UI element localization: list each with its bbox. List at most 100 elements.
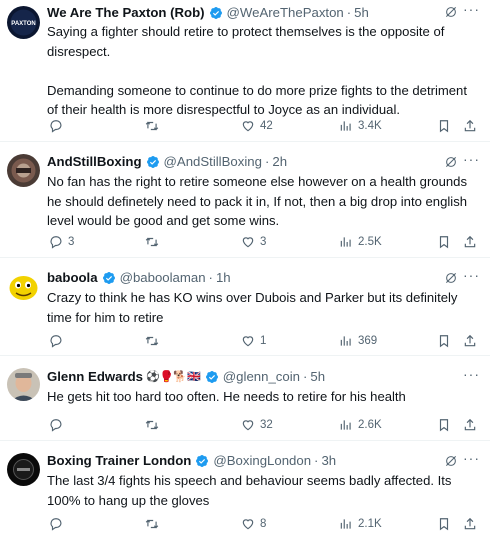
more-icon[interactable]: ···: [463, 1, 480, 17]
author-handle[interactable]: @BoxingLondon: [213, 452, 311, 470]
grok-icon[interactable]: [444, 5, 458, 19]
more-icon[interactable]: ···: [463, 450, 480, 466]
tweet[interactable]: baboola @baboolaman · 1h ··· Crazy to th…: [0, 258, 490, 356]
retweet-icon: [145, 121, 159, 131]
retweet-button[interactable]: [145, 117, 164, 135]
bookmark-button[interactable]: [437, 332, 451, 350]
like-icon: [242, 420, 254, 431]
reply-count: 3: [68, 236, 75, 248]
like-icon: [242, 121, 254, 132]
views-button[interactable]: 3.4K: [339, 117, 382, 135]
tweet-paragraph: The last 3/4 fights his speech and behav…: [47, 473, 452, 508]
views-button[interactable]: 369: [339, 332, 377, 350]
share-icon: [464, 418, 476, 431]
more-icon[interactable]: ···: [463, 366, 480, 382]
timestamp[interactable]: 5h: [310, 368, 325, 386]
more-icon[interactable]: ···: [463, 151, 480, 167]
grok-icon[interactable]: [444, 454, 458, 468]
bookmark-button[interactable]: [437, 233, 451, 251]
bookmark-button[interactable]: [437, 515, 451, 533]
tweet-paragraph: Saying a fighter should retire to protec…: [47, 24, 445, 59]
avatar[interactable]: [7, 368, 40, 401]
tweet-paragraph: Crazy to think he has KO wins over Duboi…: [47, 290, 458, 325]
timestamp[interactable]: 1h: [216, 269, 231, 287]
timestamp[interactable]: 3h: [321, 452, 336, 470]
author-handle[interactable]: @AndStillBoxing: [164, 153, 262, 171]
reply-button[interactable]: [49, 117, 68, 135]
retweet-button[interactable]: [145, 332, 164, 350]
retweet-icon: [145, 237, 159, 247]
tweet[interactable]: Boxing Trainer London @BoxingLondon · 3h…: [0, 441, 490, 537]
reply-icon: [50, 236, 62, 249]
like-icon: [242, 336, 254, 347]
more-icon[interactable]: ···: [463, 267, 480, 283]
retweet-button[interactable]: [145, 515, 164, 533]
views-button[interactable]: 2.5K: [339, 233, 382, 251]
action-bar: 1 369: [47, 332, 480, 350]
grok-icon[interactable]: [444, 155, 458, 169]
verified-badge-icon: [102, 272, 115, 284]
share-button[interactable]: [463, 233, 477, 251]
name-emoji: ⚽🥊🐕🇬🇧: [146, 371, 201, 383]
reply-button[interactable]: [49, 416, 68, 434]
views-icon: [340, 121, 351, 131]
like-button[interactable]: 42: [241, 117, 273, 135]
like-count: 1: [260, 335, 267, 347]
share-button[interactable]: [463, 332, 477, 350]
view-count: 2.6K: [358, 419, 382, 431]
like-count: 3: [260, 236, 267, 248]
grok-icon[interactable]: [444, 271, 458, 285]
retweet-button[interactable]: [145, 416, 164, 434]
view-count: 3.4K: [358, 120, 382, 132]
verified-badge-icon: [205, 371, 218, 383]
separator: ·: [208, 270, 213, 285]
verified-badge-icon: [146, 156, 159, 168]
separator: ·: [264, 154, 270, 169]
share-icon: [464, 334, 476, 347]
bookmark-icon: [439, 120, 449, 133]
bookmark-icon: [439, 419, 449, 432]
avatar[interactable]: [7, 270, 40, 303]
like-button[interactable]: 1: [241, 332, 266, 350]
reply-button[interactable]: [49, 332, 68, 350]
tweet-paragraph: He gets hit too hard too often. He needs…: [47, 389, 406, 404]
share-button[interactable]: [463, 515, 477, 533]
author-handle[interactable]: @glenn_coin: [223, 368, 300, 386]
views-button[interactable]: 2.1K: [339, 515, 382, 533]
bookmark-button[interactable]: [437, 117, 451, 135]
timestamp[interactable]: 5h: [354, 4, 369, 22]
author-name[interactable]: We Are The Paxton (Rob): [47, 4, 205, 22]
reply-button[interactable]: [49, 515, 68, 533]
author-name[interactable]: baboola: [47, 269, 98, 287]
like-button[interactable]: 8: [241, 515, 266, 533]
share-icon: [464, 235, 476, 248]
tweet[interactable]: PAXTON We Are The Paxton (Rob) @WeAreThe…: [0, 0, 490, 142]
separator: ·: [346, 5, 352, 20]
like-count: 32: [260, 419, 273, 431]
like-button[interactable]: 3: [241, 233, 266, 251]
like-button[interactable]: 32: [241, 416, 273, 434]
author-handle[interactable]: @baboolaman: [120, 269, 206, 287]
view-count: 369: [358, 335, 378, 347]
retweet-button[interactable]: [145, 233, 164, 251]
avatar[interactable]: PAXTON: [7, 6, 40, 39]
tweet-paragraph: No fan has the right to retire someone e…: [47, 174, 468, 228]
avatar[interactable]: [7, 154, 40, 187]
retweet-icon: [145, 336, 159, 346]
timestamp[interactable]: 2h: [272, 153, 287, 171]
tweet[interactable]: AndStillBoxing @AndStillBoxing · 2h ··· …: [0, 142, 490, 258]
author-name[interactable]: Glenn Edwards: [47, 368, 143, 386]
author-handle[interactable]: @WeAreThePaxton: [227, 4, 344, 22]
author-name[interactable]: AndStillBoxing: [47, 153, 142, 171]
tweet-text: Saying a fighter should retire to protec…: [47, 22, 478, 120]
views-button[interactable]: 2.6K: [339, 416, 382, 434]
share-button[interactable]: [463, 117, 477, 135]
share-button[interactable]: [463, 416, 477, 434]
avatar[interactable]: [7, 453, 40, 486]
reply-icon: [50, 335, 62, 348]
author-name[interactable]: Boxing Trainer London: [47, 452, 191, 470]
tweet[interactable]: Glenn Edwards ⚽🥊🐕🇬🇧 @glenn_coin · 5h ···…: [0, 356, 490, 441]
reply-button[interactable]: 3: [49, 233, 74, 251]
bookmark-icon: [439, 236, 449, 249]
bookmark-button[interactable]: [437, 416, 451, 434]
